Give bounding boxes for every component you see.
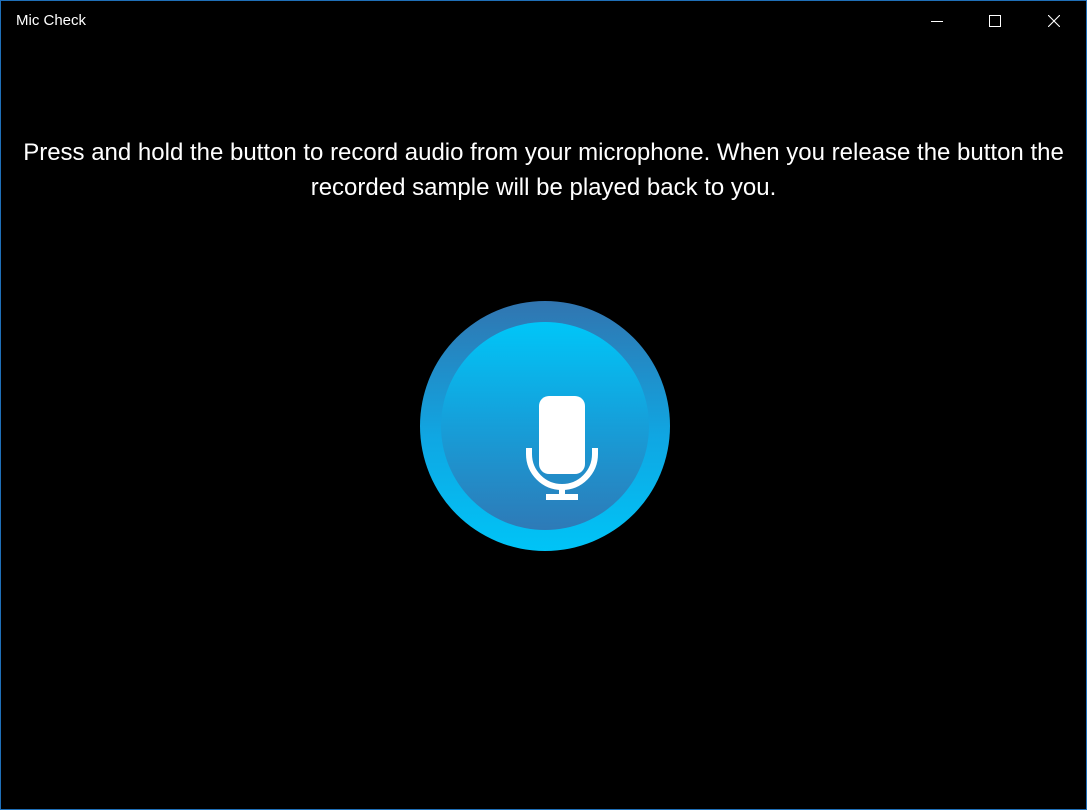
record-button[interactable] xyxy=(420,301,670,551)
close-icon xyxy=(1048,15,1060,27)
minimize-button[interactable] xyxy=(908,1,966,41)
close-button[interactable] xyxy=(1025,1,1083,41)
window-title: Mic Check xyxy=(16,12,87,29)
instructions-text: Press and hold the button to record audi… xyxy=(23,139,1064,201)
microphone-icon xyxy=(526,396,598,500)
minimize-icon xyxy=(931,21,943,22)
maximize-button[interactable] xyxy=(966,1,1024,41)
app-window: Mic Check Press and hold the button to r… xyxy=(0,0,1087,810)
record-button-inner xyxy=(441,322,649,530)
title-bar[interactable]: Mic Check xyxy=(1,1,1086,41)
maximize-icon xyxy=(989,15,1001,27)
